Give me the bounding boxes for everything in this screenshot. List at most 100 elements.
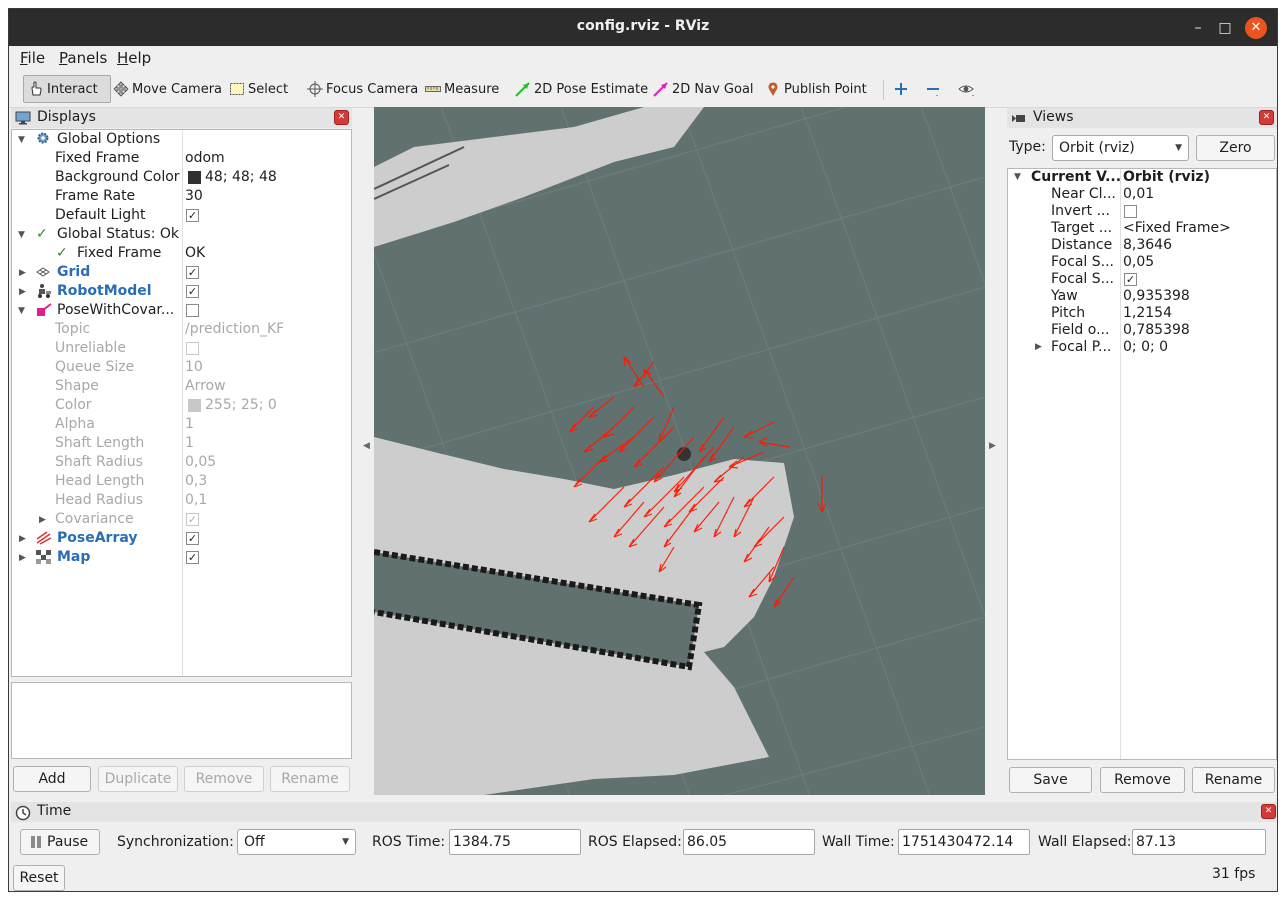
expanded-arrow-icon[interactable]: ▼ — [18, 302, 25, 321]
rename-button[interactable]: Rename — [270, 766, 350, 792]
tool-move-camera[interactable]: Move Camera — [109, 75, 226, 103]
tool-publish-point[interactable]: Publish Point — [761, 75, 871, 103]
ros-time-field[interactable]: 1384.75 — [449, 829, 581, 855]
row-value[interactable]: 48; 48; 48 — [205, 168, 277, 187]
expanded-arrow-icon[interactable]: ▼ — [1014, 169, 1021, 186]
row-value[interactable]: 0,3 — [185, 472, 207, 491]
panel-visibility-button[interactable] — [954, 75, 981, 103]
view-row-near-clip[interactable]: Near Cl... 0,01 — [1008, 186, 1276, 203]
tree-row-alpha[interactable]: Alpha 1 — [12, 415, 351, 434]
maximize-icon[interactable]: □ — [1214, 17, 1236, 39]
tree-row-queue-size[interactable]: Queue Size 10 — [12, 358, 351, 377]
tree-row-global-status[interactable]: ▼ ✓ Global Status: Ok — [12, 225, 351, 244]
save-button[interactable]: Save — [1009, 767, 1092, 793]
robotmodel-checkbox[interactable]: ✓ — [186, 285, 199, 298]
tree-row-shaft-radius[interactable]: Shaft Radius 0,05 — [12, 453, 351, 472]
row-value[interactable]: 10 — [185, 358, 203, 377]
tree-row-shape[interactable]: Shape Arrow — [12, 377, 351, 396]
view-row-focal-shape-fixed[interactable]: Focal S... ✓ — [1008, 271, 1276, 288]
view-row-focal-shape-size[interactable]: Focal S... 0,05 — [1008, 254, 1276, 271]
collapsed-arrow-icon[interactable]: ▶ — [19, 549, 26, 568]
reset-button[interactable]: Reset — [13, 865, 65, 891]
rename-view-button[interactable]: Rename — [1192, 767, 1275, 793]
tree-row-shaft-length[interactable]: Shaft Length 1 — [12, 434, 351, 453]
collapsed-arrow-icon[interactable]: ▶ — [19, 283, 26, 302]
expanded-arrow-icon[interactable]: ▼ — [18, 131, 25, 150]
row-value[interactable]: 1 — [185, 415, 194, 434]
row-value[interactable]: 0,05 — [185, 453, 216, 472]
tool-interact[interactable]: Interact — [23, 75, 111, 103]
row-value[interactable]: 0,1 — [185, 491, 207, 510]
add-button[interactable]: Add — [13, 766, 91, 792]
row-value[interactable]: 0,785398 — [1123, 322, 1190, 339]
map-checkbox[interactable]: ✓ — [186, 551, 199, 564]
close-icon[interactable]: ✕ — [334, 110, 349, 125]
remove-tool-button[interactable] — [921, 75, 948, 103]
row-value[interactable]: odom — [185, 149, 225, 168]
menu-help[interactable]: Help — [117, 49, 151, 67]
add-tool-button[interactable] — [889, 75, 916, 103]
tree-row-fixed-frame[interactable]: Fixed Frame odom — [12, 149, 351, 168]
covariance-checkbox[interactable]: ✓ — [186, 513, 199, 526]
sync-dropdown[interactable]: Off ▼ — [237, 829, 356, 855]
tree-row-default-light[interactable]: Default Light ✓ — [12, 206, 351, 225]
menu-panels[interactable]: Panels — [59, 49, 107, 67]
row-value[interactable]: 0,05 — [1123, 254, 1154, 271]
row-value[interactable]: 8,3646 — [1123, 237, 1172, 254]
collapse-left-icon[interactable]: ◀ — [363, 441, 370, 451]
focal-shape-checkbox[interactable]: ✓ — [1124, 273, 1137, 286]
close-icon[interactable]: ✕ — [1261, 804, 1276, 819]
row-value[interactable]: 1 — [185, 434, 194, 453]
render-scene[interactable] — [374, 107, 985, 795]
row-value[interactable]: 255; 25; 0 — [205, 396, 277, 415]
tool-focus-camera[interactable]: Focus Camera — [303, 75, 422, 103]
tree-row-color[interactable]: Color 255; 25; 0 — [12, 396, 351, 415]
tree-row-global-options[interactable]: ▼ Global Options — [12, 130, 351, 149]
ros-elapsed-field[interactable]: 86.05 — [683, 829, 815, 855]
tree-row-covariance[interactable]: ▶ Covariance ✓ — [12, 510, 351, 529]
collapsed-arrow-icon[interactable]: ▶ — [19, 264, 26, 283]
tree-row-frame-rate[interactable]: Frame Rate 30 — [12, 187, 351, 206]
row-value[interactable]: <Fixed Frame> — [1123, 220, 1231, 237]
zero-button[interactable]: Zero — [1196, 135, 1275, 161]
row-value[interactable]: 30 — [185, 187, 203, 206]
default-light-checkbox[interactable]: ✓ — [186, 209, 199, 222]
row-value[interactable]: 1,2154 — [1123, 305, 1172, 322]
tree-row-posewithcovariance[interactable]: ▼ PoseWithCovar... — [12, 301, 351, 320]
collapse-right-icon[interactable]: ▶ — [989, 441, 996, 451]
close-icon[interactable]: ✕ — [1259, 110, 1274, 125]
tree-row-robotmodel[interactable]: ▶ RobotModel ✓ — [12, 282, 351, 301]
minimize-icon[interactable]: – — [1187, 17, 1209, 39]
grid-checkbox[interactable]: ✓ — [186, 266, 199, 279]
tree-row-unreliable[interactable]: Unreliable — [12, 339, 351, 358]
row-value[interactable]: 0,935398 — [1123, 288, 1190, 305]
tree-row-posearray[interactable]: ▶ PoseArray ✓ — [12, 529, 351, 548]
tree-row-head-length[interactable]: Head Length 0,3 — [12, 472, 351, 491]
row-value[interactable]: /prediction_KF — [185, 320, 284, 339]
tree-row-grid[interactable]: ▶ Grid ✓ — [12, 263, 351, 282]
tool-measure[interactable]: Measure — [421, 75, 503, 103]
tool-2d-pose-estimate[interactable]: 2D Pose Estimate — [511, 75, 652, 103]
tree-row-background-color[interactable]: Background Color 48; 48; 48 — [12, 168, 351, 187]
pause-button[interactable]: Pause — [20, 829, 100, 855]
remove-view-button[interactable]: Remove — [1100, 767, 1185, 793]
remove-button[interactable]: Remove — [184, 766, 264, 792]
invert-checkbox[interactable] — [1124, 205, 1137, 218]
row-value[interactable]: Arrow — [185, 377, 226, 396]
tool-2d-nav-goal[interactable]: 2D Nav Goal — [649, 75, 758, 103]
wall-elapsed-field[interactable]: 87.13 — [1132, 829, 1266, 855]
tree-row-topic[interactable]: Topic /prediction_KF — [12, 320, 351, 339]
3d-viewport[interactable] — [374, 107, 985, 795]
view-type-dropdown[interactable]: Orbit (rviz) ▼ — [1052, 135, 1189, 161]
unreliable-checkbox[interactable] — [186, 342, 199, 355]
tree-row-head-radius[interactable]: Head Radius 0,1 — [12, 491, 351, 510]
posearray-checkbox[interactable]: ✓ — [186, 532, 199, 545]
view-row-current[interactable]: ▼ Current V... Orbit (rviz) — [1008, 169, 1276, 186]
close-icon[interactable]: ✕ — [1245, 17, 1267, 39]
wall-time-field[interactable]: 1751430472.14 — [898, 829, 1030, 855]
row-value[interactable]: 0; 0; 0 — [1123, 339, 1168, 356]
view-row-focal-point[interactable]: ▶ Focal P... 0; 0; 0 — [1008, 339, 1276, 356]
view-row-distance[interactable]: Distance 8,3646 — [1008, 237, 1276, 254]
duplicate-button[interactable]: Duplicate — [98, 766, 178, 792]
collapsed-arrow-icon[interactable]: ▶ — [1035, 339, 1042, 356]
